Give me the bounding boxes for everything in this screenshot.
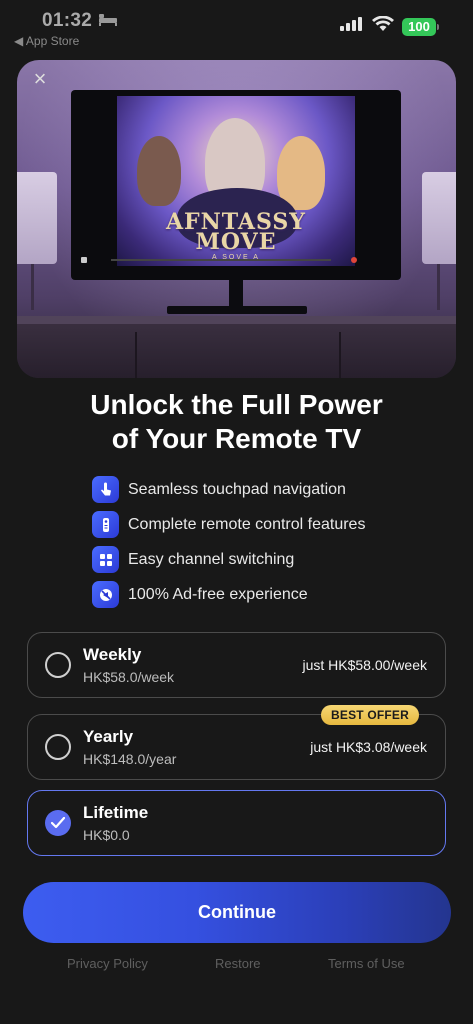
poster-figure <box>137 136 181 206</box>
tv-screen: AFNTASSY MOVE A SOVE A <box>117 96 355 266</box>
feature-text: Complete remote control features <box>128 515 366 533</box>
feature-text: Easy channel switching <box>128 550 295 568</box>
continue-button[interactable]: Continue <box>23 882 451 943</box>
page-title-line1: Unlock the Full Power <box>90 389 383 420</box>
battery-cap <box>437 24 439 30</box>
lamp-left-stand <box>31 264 34 310</box>
wifi-icon <box>372 16 394 31</box>
status-bar: 01:32 ◀ App Store 100 <box>0 0 473 52</box>
plan-price: HK$58.0/week <box>83 669 175 685</box>
page-title-line2: of Your Remote TV <box>111 423 362 454</box>
plan-option-weekly[interactable]: Weekly HK$58.0/week just HK$58.00/week <box>27 632 446 698</box>
tv-player-controls <box>81 256 391 264</box>
cabinet-divider <box>135 332 137 378</box>
feature-list: Seamless touchpad navigation Complete re… <box>92 472 432 612</box>
plan-option-yearly[interactable]: BEST OFFER Yearly HK$148.0/year just HK$… <box>27 705 446 780</box>
footer-links: Privacy Policy Restore Terms of Use <box>0 956 473 976</box>
no-ads-icon <box>92 581 119 608</box>
movie-title: AFNTASSY MOVE <box>117 211 355 255</box>
tv-stand-base <box>167 306 307 314</box>
feature-item: Easy channel switching <box>92 542 432 577</box>
remote-icon <box>92 511 119 538</box>
plan-price: HK$0.0 <box>83 827 130 843</box>
plan-price: HK$148.0/year <box>83 751 177 767</box>
tv-cabinet-top <box>17 316 456 324</box>
status-time: 01:32 <box>42 10 93 31</box>
terms-of-use-link[interactable]: Terms of Use <box>328 956 405 971</box>
feature-item: 100% Ad-free experience <box>92 577 432 612</box>
close-button[interactable]: × <box>28 68 52 90</box>
plan-weekly-price: just HK$3.08/week <box>310 739 427 755</box>
privacy-policy-link[interactable]: Privacy Policy <box>67 956 148 971</box>
plan-name: Yearly <box>83 727 134 746</box>
plan-weekly-price: just HK$58.00/week <box>302 657 427 673</box>
back-to-app-store-link[interactable]: ◀ App Store <box>14 34 79 48</box>
lamp-right <box>422 172 456 264</box>
plan-name: Lifetime <box>83 803 149 822</box>
lamp-left <box>17 172 57 264</box>
page-title: Unlock the Full Power of Your Remote TV <box>0 388 473 456</box>
movie-title-line2: MOVE <box>195 229 277 255</box>
hero-tv-image: AFNTASSY MOVE A SOVE A <box>17 60 456 378</box>
radio-unchecked-icon[interactable] <box>45 734 71 760</box>
restore-link[interactable]: Restore <box>215 956 261 971</box>
cabinet-divider <box>339 332 341 378</box>
tv-cabinet <box>17 316 456 378</box>
best-offer-badge: BEST OFFER <box>321 705 420 725</box>
radio-unchecked-icon[interactable] <box>45 652 71 678</box>
sleep-mode-icon <box>99 14 117 26</box>
touchpad-icon <box>92 476 119 503</box>
battery-indicator: 100 <box>402 18 436 36</box>
cellular-signal-icon <box>340 17 362 31</box>
feature-item: Complete remote control features <box>92 507 432 542</box>
plan-option-lifetime[interactable]: Lifetime HK$0.0 <box>27 790 446 856</box>
plan-name: Weekly <box>83 645 142 664</box>
feature-text: Seamless touchpad navigation <box>128 480 346 498</box>
radio-checked-icon[interactable] <box>45 810 71 836</box>
close-icon: × <box>33 66 47 91</box>
play-icon <box>81 257 87 263</box>
progress-track <box>111 259 331 261</box>
lamp-right-stand <box>437 264 440 310</box>
grid-icon <box>92 546 119 573</box>
feature-item: Seamless touchpad navigation <box>92 472 432 507</box>
feature-text: 100% Ad-free experience <box>128 585 308 603</box>
record-icon <box>351 257 357 263</box>
